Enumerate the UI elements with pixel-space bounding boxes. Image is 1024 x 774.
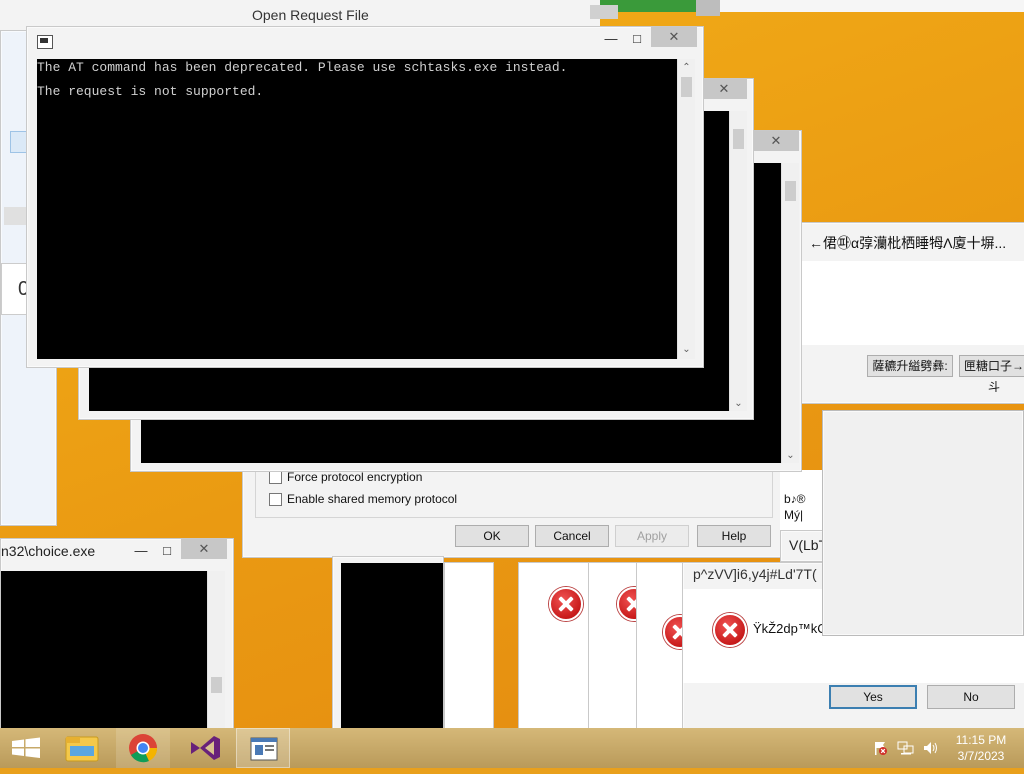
windows-logo-icon (12, 737, 40, 758)
main-console-scrollbar[interactable]: ⌃ ⌄ (677, 59, 695, 359)
chrome-taskbar-button[interactable] (116, 728, 170, 768)
scroll-thumb[interactable] (785, 181, 796, 201)
main-console-area[interactable]: The AT command has been deprecated. Plea… (37, 59, 677, 359)
error-dialog-back-2 (518, 562, 592, 730)
main-console-window: — □ ✕ The AT command has been deprecated… (26, 26, 704, 368)
choice-exe-title: n32\choice.exe (1, 543, 96, 559)
scroll-down-arrow-icon[interactable]: ⌄ (678, 343, 695, 357)
scroll-down-arrow-icon[interactable]: ⌄ (782, 449, 799, 463)
console-app-icon (37, 35, 53, 49)
taskbar: 11:15 PM 3/7/2023 (0, 728, 1024, 768)
start-button[interactable] (0, 728, 54, 768)
garbled-button-1[interactable]: 薩穮升縊劈彝: (867, 355, 953, 377)
scroll-thumb[interactable] (681, 77, 692, 97)
maximize-icon[interactable]: □ (625, 29, 649, 49)
error-dialog-title: p^zVV]i6,y4j#Ld'7T( (693, 566, 817, 582)
green-window-close-button[interactable] (696, 0, 720, 16)
garbled-label-window: V(LbT^ (780, 530, 834, 562)
garbled-dialog-title: ←侰㉺α弴灡枇栖睡牳Λ廈十塀... (809, 235, 1007, 251)
shared-memory-label: Enable shared memory protocol (287, 492, 458, 506)
close-icon[interactable]: ✕ (701, 79, 747, 99)
partial-text-line2: Mý| (784, 508, 804, 522)
force-encryption-label: Force protocol encryption (287, 470, 423, 484)
volume-icon[interactable] (922, 740, 940, 756)
yes-button[interactable]: Yes (829, 685, 917, 709)
active-window-taskbar-button[interactable] (236, 728, 290, 768)
partial-text-line1: b♪® (784, 492, 806, 506)
console-3-scrollbar[interactable]: ⌄ (781, 163, 799, 463)
chrome-icon (129, 734, 158, 763)
close-icon[interactable]: ✕ (753, 131, 799, 151)
open-request-title: Open Request File (252, 7, 369, 23)
clock-time[interactable]: 11:15 PM (950, 733, 1012, 747)
scroll-down-arrow-icon[interactable]: ⌄ (730, 397, 747, 411)
error-icon (713, 613, 747, 647)
clock-date[interactable]: 3/7/2023 (950, 749, 1012, 763)
maximize-icon[interactable]: □ (155, 541, 179, 561)
help-button[interactable]: Help (697, 525, 771, 547)
window-app-icon (250, 737, 278, 761)
console-fragment-area[interactable] (341, 563, 443, 729)
garbled-dialog: ←侰㉺α弴灡枇栖睡牳Λ廈十塀... 薩穮升縊劈彝: 匣糖口子→斗 (800, 222, 1024, 404)
console-output-line-2: The request is not supported. (37, 84, 264, 99)
action-center-flag-icon[interactable] (872, 740, 888, 756)
file-explorer-taskbar-button[interactable] (56, 728, 110, 768)
error-dialog-back-3 (588, 562, 651, 730)
console-output-line-1: The AT command has been deprecated. Plea… (37, 60, 568, 75)
visual-studio-taskbar-button[interactable] (178, 728, 232, 768)
close-icon[interactable]: ✕ (651, 27, 697, 47)
scroll-up-arrow-icon[interactable]: ⌃ (678, 61, 695, 75)
choice-exe-window: n32\choice.exe — □ ✕ (0, 538, 234, 730)
open-request-close-button[interactable] (590, 5, 618, 19)
console-fragment-window (332, 556, 444, 730)
scroll-thumb[interactable] (211, 677, 222, 693)
cancel-button[interactable]: Cancel (535, 525, 609, 547)
folder-icon (65, 736, 99, 762)
garbled-dialog-body (801, 261, 1024, 345)
choice-scrollbar[interactable] (207, 571, 225, 729)
error-dialog-back-1 (444, 562, 494, 730)
minimize-icon[interactable]: — (599, 29, 623, 49)
no-button[interactable]: No (927, 685, 1015, 709)
error-dialog-back-4 (636, 562, 697, 730)
network-icon[interactable] (897, 740, 915, 756)
apply-button[interactable]: Apply (615, 525, 689, 547)
console-2-scrollbar[interactable]: ⌄ (729, 111, 747, 411)
error-icon (549, 587, 583, 621)
partial-text-window: b♪® Mý| (780, 470, 824, 530)
ok-button[interactable]: OK (455, 525, 529, 547)
close-icon[interactable]: ✕ (181, 539, 227, 559)
shared-memory-checkbox[interactable] (269, 493, 282, 506)
force-encryption-checkbox[interactable] (269, 471, 282, 484)
scroll-thumb[interactable] (733, 129, 744, 149)
garbled-button-2[interactable]: 匣糖口子→斗 (959, 355, 1024, 394)
choice-console-area[interactable] (1, 571, 207, 729)
visual-studio-icon (191, 736, 220, 760)
blank-dialog (822, 410, 1024, 636)
minimize-icon[interactable]: — (129, 541, 153, 561)
